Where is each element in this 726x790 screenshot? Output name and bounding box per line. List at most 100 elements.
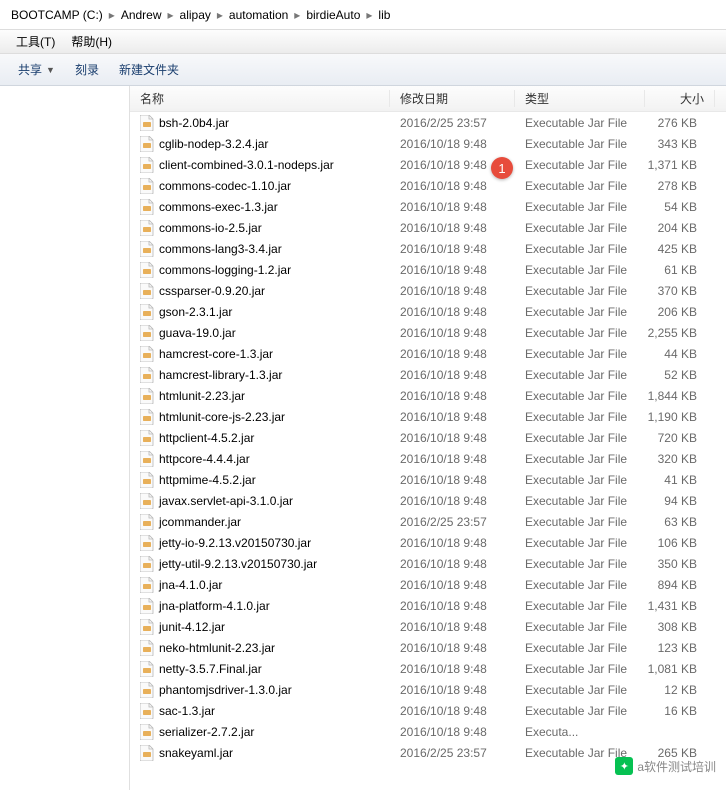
- file-row[interactable]: client-combined-3.0.1-nodeps.jar2016/10/…: [130, 154, 726, 175]
- file-row[interactable]: httpmime-4.5.2.jar2016/10/18 9:48Executa…: [130, 469, 726, 490]
- file-name-cell: sac-1.3.jar: [130, 703, 390, 719]
- file-date: 2016/10/18 9:48: [390, 662, 515, 676]
- file-name-cell: serializer-2.7.2.jar: [130, 724, 390, 740]
- file-type: Executable Jar File: [515, 326, 645, 340]
- file-row[interactable]: commons-codec-1.10.jar2016/10/18 9:48Exe…: [130, 175, 726, 196]
- columns-header[interactable]: 名称 修改日期 类型 大小: [130, 86, 726, 112]
- file-date: 2016/10/18 9:48: [390, 200, 515, 214]
- file-name-cell: bsh-2.0b4.jar: [130, 115, 390, 131]
- jar-file-icon: [140, 640, 154, 656]
- file-type: Executable Jar File: [515, 347, 645, 361]
- file-size: 1,190 KB: [645, 410, 715, 424]
- file-row[interactable]: httpclient-4.5.2.jar2016/10/18 9:48Execu…: [130, 427, 726, 448]
- file-name: guava-19.0.jar: [159, 326, 236, 340]
- file-name-cell: javax.servlet-api-3.1.0.jar: [130, 493, 390, 509]
- toolbar: 共享▼ 刻录 新建文件夹: [0, 54, 726, 86]
- file-name: hamcrest-core-1.3.jar: [159, 347, 273, 361]
- toolbar-burn[interactable]: 刻录: [65, 61, 109, 78]
- column-type[interactable]: 类型: [515, 90, 645, 107]
- file-name: jna-4.1.0.jar: [159, 578, 222, 592]
- file-date: 2016/10/18 9:48: [390, 242, 515, 256]
- file-row[interactable]: cglib-nodep-3.2.4.jar2016/10/18 9:48Exec…: [130, 133, 726, 154]
- file-row[interactable]: hamcrest-core-1.3.jar 2016/10/18 9:48Exec…: [130, 343, 726, 364]
- file-name-cell: jetty-util-9.2.13.v20150730.jar: [130, 556, 390, 572]
- file-row[interactable]: junit-4.12.jar2016/10/18 9:48Executable …: [130, 616, 726, 637]
- file-row[interactable]: commons-logging-1.2.jar2016/10/18 9:48Ex…: [130, 259, 726, 280]
- file-row[interactable]: htmlunit-2.23.jar2016/10/18 9:48Executab…: [130, 385, 726, 406]
- file-type: Executable Jar File: [515, 578, 645, 592]
- file-type: Executable Jar File: [515, 263, 645, 277]
- file-row[interactable]: jcommander.jar2016/2/25 23:57Executable …: [130, 511, 726, 532]
- file-row[interactable]: jna-platform-4.1.0.jar2016/10/18 9:48Exe…: [130, 595, 726, 616]
- file-name: jetty-util-9.2.13.v20150730.jar: [159, 557, 317, 571]
- file-date: 2016/10/18 9:48: [390, 347, 515, 361]
- breadcrumb[interactable]: BOOTCAMP (C:)▸Andrew▸alipay▸automation▸b…: [0, 0, 726, 30]
- column-name[interactable]: 名称: [130, 90, 390, 107]
- file-row[interactable]: jetty-util-9.2.13.v20150730.jar2016/10/1…: [130, 553, 726, 574]
- menu-help[interactable]: 帮助(H): [63, 33, 120, 50]
- file-name: snakeyaml.jar: [159, 746, 233, 760]
- file-name: htmlunit-2.23.jar: [159, 389, 245, 403]
- file-row[interactable]: htmlunit-core-js-2.23.jar2016/10/18 9:48…: [130, 406, 726, 427]
- navigation-pane[interactable]: [0, 86, 130, 790]
- file-row[interactable]: bsh-2.0b4.jar2016/2/25 23:57Executable J…: [130, 112, 726, 133]
- file-row[interactable]: sac-1.3.jar2016/10/18 9:48Executable Jar…: [130, 700, 726, 721]
- chevron-right-icon: ▸: [363, 8, 375, 22]
- file-name-cell: jcommander.jar: [130, 514, 390, 530]
- file-row[interactable]: gson-2.3.1.jar2016/10/18 9:48Executable …: [130, 301, 726, 322]
- file-row[interactable]: neko-htmlunit-2.23.jar2016/10/18 9:48Exe…: [130, 637, 726, 658]
- file-name: neko-htmlunit-2.23.jar: [159, 641, 275, 655]
- file-type: Executable Jar File: [515, 704, 645, 718]
- toolbar-new-folder[interactable]: 新建文件夹: [109, 61, 189, 78]
- file-name: httpmime-4.5.2.jar: [159, 473, 256, 487]
- jar-file-icon: [140, 136, 154, 152]
- file-type: Executable Jar File: [515, 452, 645, 466]
- file-name: httpclient-4.5.2.jar: [159, 431, 254, 445]
- breadcrumb-item[interactable]: Andrew: [118, 8, 165, 22]
- file-date: 2016/10/18 9:48: [390, 284, 515, 298]
- file-row[interactable]: commons-exec-1.3.jar2016/10/18 9:48Execu…: [130, 196, 726, 217]
- annotation-badge: 1: [491, 157, 513, 179]
- breadcrumb-item[interactable]: automation: [226, 8, 291, 22]
- file-size: 308 KB: [645, 620, 715, 634]
- column-size[interactable]: 大小: [645, 90, 715, 107]
- breadcrumb-item[interactable]: birdieAuto: [303, 8, 363, 22]
- file-name-cell: cglib-nodep-3.2.4.jar: [130, 136, 390, 152]
- file-type: Executable Jar File: [515, 473, 645, 487]
- file-row[interactable]: serializer-2.7.2.jar2016/10/18 9:48Execu…: [130, 721, 726, 742]
- toolbar-share[interactable]: 共享▼: [8, 61, 65, 78]
- menu-tools[interactable]: 工具(T): [8, 33, 63, 50]
- file-size: 278 KB: [645, 179, 715, 193]
- file-name-cell: guava-19.0.jar: [130, 325, 390, 341]
- file-size: 106 KB: [645, 536, 715, 550]
- file-row[interactable]: netty-3.5.7.Final.jar2016/10/18 9:48Exec…: [130, 658, 726, 679]
- file-name-cell: commons-lang3-3.4.jar: [130, 241, 390, 257]
- jar-file-icon: [140, 493, 154, 509]
- file-name: commons-codec-1.10.jar: [159, 179, 291, 193]
- file-name-cell: jetty-io-9.2.13.v20150730.jar: [130, 535, 390, 551]
- file-name: hamcrest-library-1.3.jar: [159, 368, 282, 382]
- breadcrumb-item[interactable]: BOOTCAMP (C:): [8, 8, 106, 22]
- file-name-cell: httpcore-4.4.4.jar: [130, 451, 390, 467]
- jar-file-icon: [140, 724, 154, 740]
- file-name: phantomjsdriver-1.3.0.jar: [159, 683, 292, 697]
- file-row[interactable]: phantomjsdriver-1.3.0.jar2016/10/18 9:48…: [130, 679, 726, 700]
- file-row[interactable]: commons-io-2.5.jar2016/10/18 9:48Executa…: [130, 217, 726, 238]
- jar-file-icon: [140, 430, 154, 446]
- file-row[interactable]: cssparser-0.9.20.jar2016/10/18 9:48Execu…: [130, 280, 726, 301]
- file-date: 2016/2/25 23:57: [390, 746, 515, 760]
- file-name-cell: htmlunit-core-js-2.23.jar: [130, 409, 390, 425]
- file-row[interactable]: guava-19.0.jar2016/10/18 9:48Executable …: [130, 322, 726, 343]
- file-size: 276 KB: [645, 116, 715, 130]
- file-row[interactable]: javax.servlet-api-3.1.0.jar2016/10/18 9:…: [130, 490, 726, 511]
- breadcrumb-item[interactable]: alipay: [177, 8, 214, 22]
- jar-file-icon: [140, 304, 154, 320]
- file-date: 2016/10/18 9:48: [390, 704, 515, 718]
- breadcrumb-item[interactable]: lib: [375, 8, 393, 22]
- file-row[interactable]: httpcore-4.4.4.jar2016/10/18 9:48Executa…: [130, 448, 726, 469]
- file-row[interactable]: commons-lang3-3.4.jar2016/10/18 9:48Exec…: [130, 238, 726, 259]
- file-row[interactable]: jna-4.1.0.jar2016/10/18 9:48Executable J…: [130, 574, 726, 595]
- file-row[interactable]: jetty-io-9.2.13.v20150730.jar2016/10/18 …: [130, 532, 726, 553]
- column-date[interactable]: 修改日期: [390, 90, 515, 107]
- file-row[interactable]: hamcrest-library-1.3.jar2016/10/18 9:48E…: [130, 364, 726, 385]
